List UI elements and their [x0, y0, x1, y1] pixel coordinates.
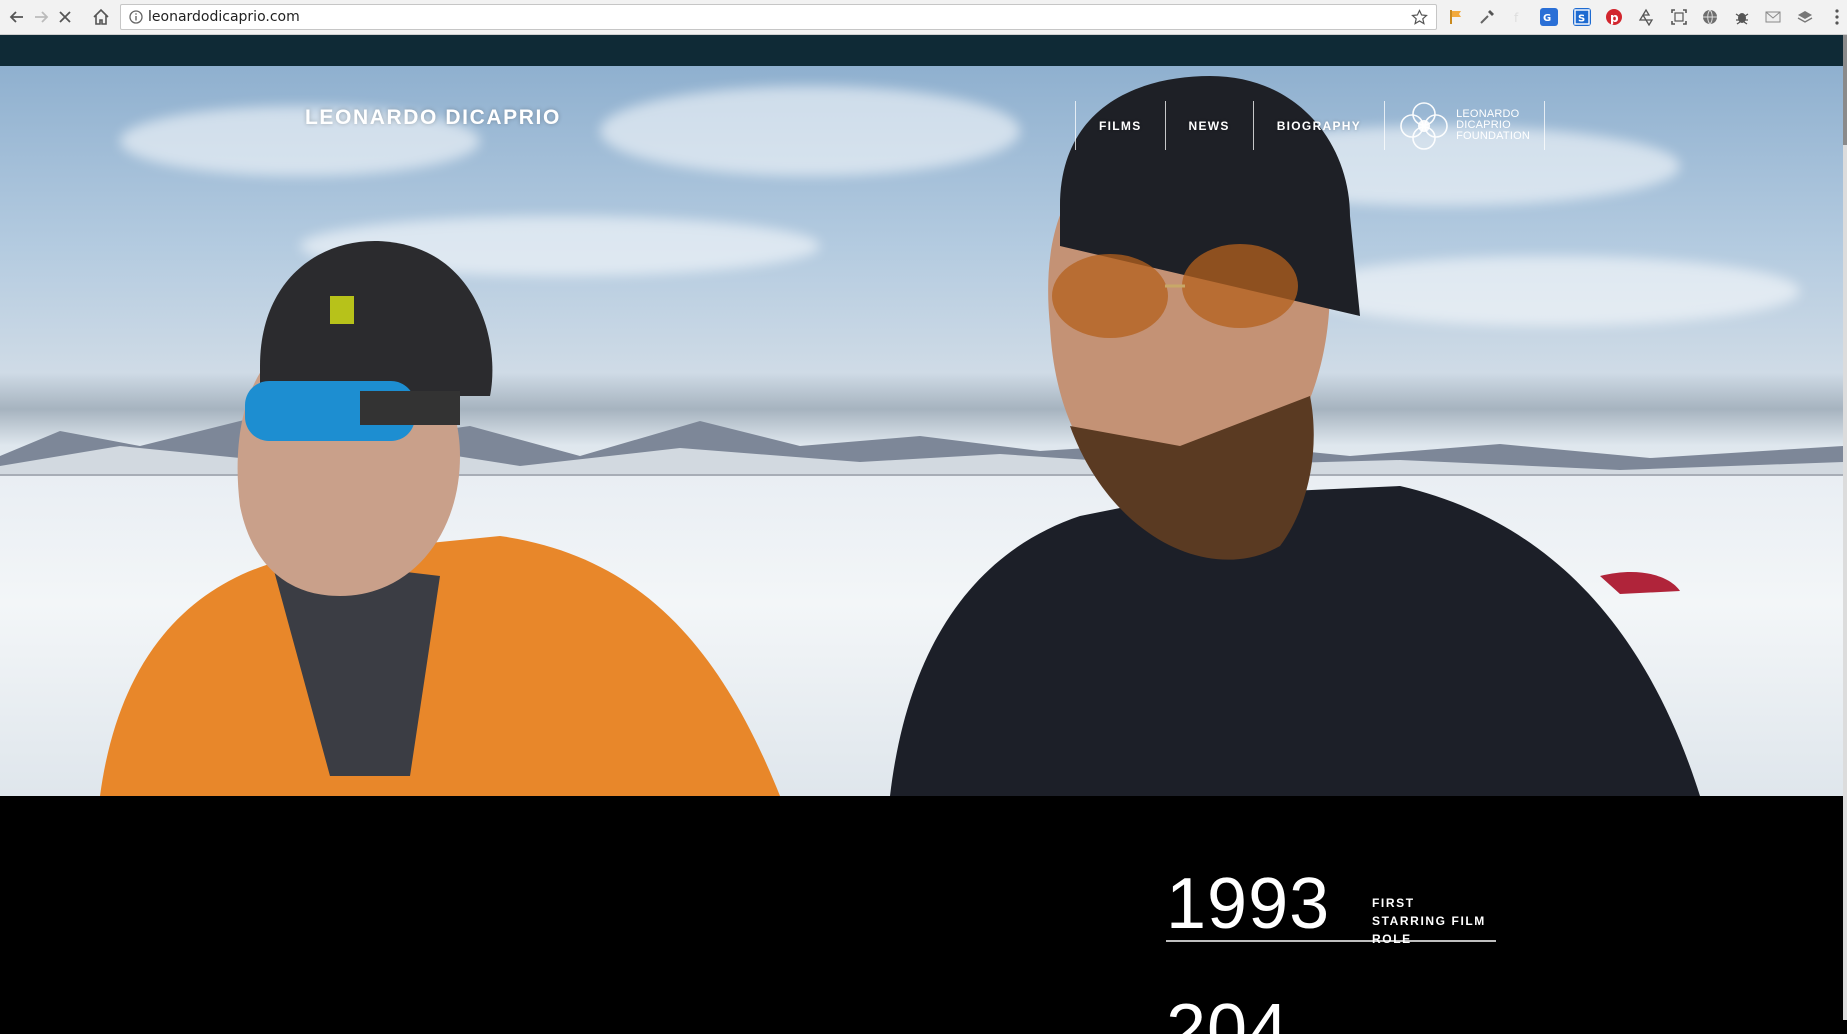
nav-films[interactable]: FILMS	[1076, 101, 1166, 150]
foundation-text: LEONARDO DICAPRIO FOUNDATION	[1456, 109, 1536, 142]
extension-layers-icon[interactable]	[1796, 8, 1814, 26]
foundation-flower-icon	[1400, 101, 1448, 150]
extension-bug-icon[interactable]	[1733, 8, 1751, 26]
nav-biography[interactable]: BIOGRAPHY	[1254, 101, 1386, 150]
extension-s-icon[interactable]: S	[1573, 8, 1591, 26]
svg-text:f: f	[1514, 11, 1519, 25]
top-strip	[0, 35, 1843, 66]
browser-toolbar: leonardodicaprio.com f G S p	[0, 0, 1847, 35]
stop-button[interactable]	[54, 6, 76, 28]
stat-number-next: 204	[1166, 994, 1290, 1034]
forward-arrow-icon	[35, 11, 49, 23]
home-button[interactable]	[90, 6, 112, 28]
stat-first-starring-role: 1993 FIRST STARRING FILM ROLE	[1166, 868, 1496, 946]
site-nav: FILMS NEWS BIOGRAPHY LEONARDO DICAPRIO F…	[1075, 101, 1546, 150]
info-icon[interactable]	[129, 10, 143, 24]
svg-text:G: G	[1543, 13, 1551, 24]
person-left-graphic	[100, 241, 780, 796]
extension-faded-icon[interactable]: f	[1509, 8, 1527, 26]
extension-mail-icon[interactable]	[1764, 8, 1782, 26]
extension-translate-icon[interactable]: G	[1540, 8, 1558, 26]
foundation-line-3: FOUNDATION	[1456, 130, 1530, 142]
browser-menu-icon[interactable]	[1834, 8, 1840, 26]
svg-text:p: p	[1610, 11, 1619, 25]
home-icon	[93, 8, 109, 25]
stat-number: 1993	[1166, 864, 1331, 944]
extension-pinterest-icon[interactable]: p	[1605, 8, 1623, 26]
extension-flag-icon[interactable]	[1447, 8, 1465, 26]
extension-eyedropper-icon[interactable]	[1478, 8, 1496, 26]
extension-screenshot-icon[interactable]	[1670, 8, 1688, 26]
address-bar[interactable]: leonardodicaprio.com	[120, 4, 1437, 30]
back-arrow-icon	[9, 11, 23, 23]
svg-text:S: S	[1578, 14, 1585, 25]
foundation-link[interactable]: LEONARDO DICAPRIO FOUNDATION	[1385, 101, 1546, 150]
forward-button[interactable]	[30, 6, 52, 28]
stat-next: 204	[1166, 994, 1366, 1034]
person-right-graphic	[890, 76, 1700, 796]
nav-news[interactable]: NEWS	[1166, 101, 1254, 150]
page-scrollbar[interactable]	[1843, 35, 1847, 1020]
extension-recycle-icon[interactable]	[1637, 8, 1655, 27]
stats-section: 1993 FIRST STARRING FILM ROLE 204	[0, 796, 1843, 1034]
extension-globe-icon[interactable]	[1701, 8, 1719, 26]
hero-image: LEONARDO DICAPRIO FILMS NEWS BIOGRAPHY L…	[0, 66, 1843, 796]
bookmark-star-icon[interactable]	[1411, 9, 1428, 26]
stop-x-icon	[59, 11, 71, 23]
stat-label: FIRST STARRING FILM ROLE	[1372, 896, 1486, 946]
back-button[interactable]	[6, 6, 28, 28]
scrollbar-thumb[interactable]	[1843, 35, 1847, 145]
site-title[interactable]: LEONARDO DICAPRIO	[305, 106, 561, 130]
url-text: leonardodicaprio.com	[148, 9, 300, 25]
